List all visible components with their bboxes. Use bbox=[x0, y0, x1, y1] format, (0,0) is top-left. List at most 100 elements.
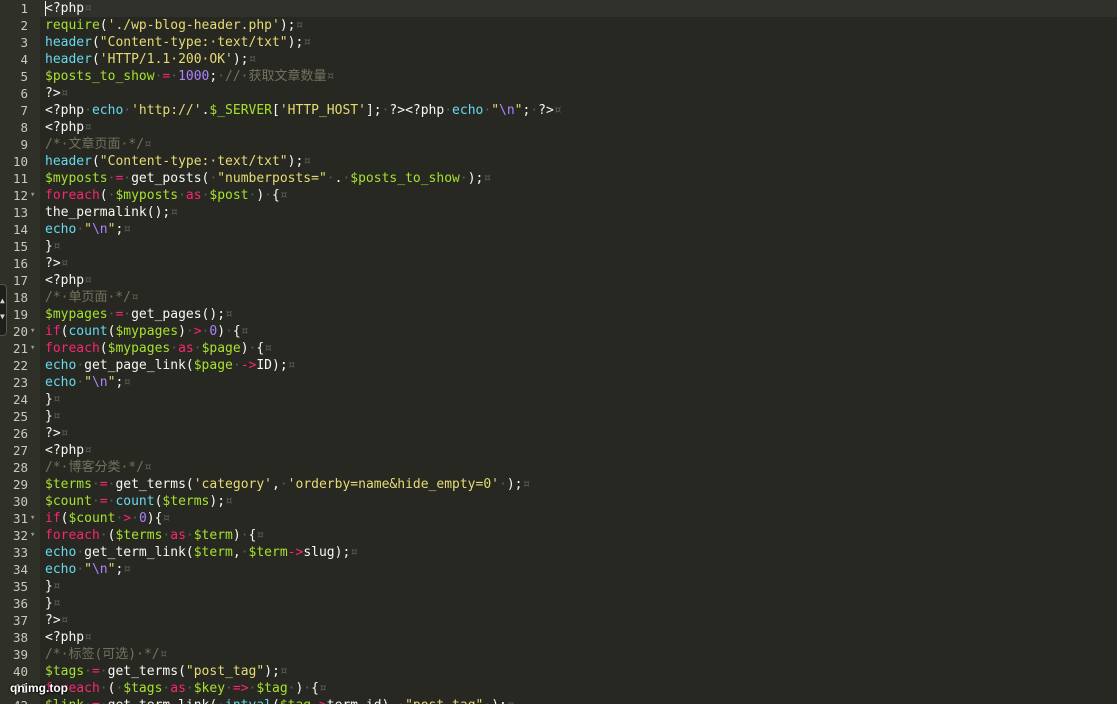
line-number: 34 bbox=[12, 562, 28, 577]
code-line[interactable]: 8 <?php¤ bbox=[0, 119, 1117, 136]
code-token: ); bbox=[232, 52, 249, 67]
line-gutter: 28 bbox=[0, 459, 40, 476]
line-gutter: 13 bbox=[0, 204, 40, 221]
whitespace-marker: ¤ bbox=[143, 137, 152, 152]
code-token: get_pages(); bbox=[131, 307, 226, 322]
fold-arrow-icon[interactable]: ▾ bbox=[30, 340, 35, 357]
code-token: <?php bbox=[45, 120, 85, 135]
code-line[interactable]: 1 <?php¤ bbox=[0, 0, 1117, 17]
code-line[interactable]: 7 <?php·echo·'http://'.$_SERVER['HTTP_HOS… bbox=[0, 102, 1117, 119]
whitespace-marker: ¤ bbox=[60, 256, 69, 271]
code-line[interactable]: 11 $myposts·=·get_posts(·"numberposts="·.… bbox=[0, 170, 1117, 187]
code-line[interactable]: 16 ?>¤ bbox=[0, 255, 1117, 272]
code-line[interactable]: 9 /*·文章页面·*/¤ bbox=[0, 136, 1117, 153]
code-line[interactable]: 10 header("Content-type:·text/txt");¤ bbox=[0, 153, 1117, 170]
code-token: ) bbox=[178, 324, 186, 339]
code-line[interactable]: 6 ?>¤ bbox=[0, 85, 1117, 102]
code-token: echo bbox=[45, 358, 77, 373]
code-token: slug); bbox=[303, 545, 351, 560]
code-token: 'http://' bbox=[131, 103, 202, 118]
code-line[interactable]: 30 $count·=·count($terms);¤ bbox=[0, 493, 1117, 510]
line-number: 29 bbox=[12, 477, 28, 492]
code-token: } bbox=[45, 239, 53, 254]
whitespace-marker: · bbox=[185, 681, 194, 696]
fold-arrow-icon[interactable]: ▾ bbox=[30, 527, 35, 544]
code-text: ?>¤ bbox=[45, 425, 68, 442]
code-token: $count bbox=[45, 494, 92, 509]
code-token: ); bbox=[209, 494, 226, 509]
code-token: ?> bbox=[45, 256, 61, 271]
code-token: \n bbox=[91, 375, 108, 390]
code-line[interactable]: 23 echo·"\n";¤ bbox=[0, 374, 1117, 391]
code-line[interactable]: 39 /*·标签(可选)·*/¤ bbox=[0, 646, 1117, 663]
code-line[interactable]: 15}¤ bbox=[0, 238, 1117, 255]
code-line[interactable]: 21 ▾ foreach($mypages·as·$page)·{¤ bbox=[0, 340, 1117, 357]
code-line[interactable]: 38 <?php¤ bbox=[0, 629, 1117, 646]
code-token: as bbox=[170, 528, 186, 543]
code-token: ) bbox=[232, 528, 241, 543]
code-editor[interactable]: 1 <?php¤ 2 require('./wp-blog-header.php');… bbox=[0, 0, 1117, 704]
whitespace-marker: ¤ bbox=[522, 477, 531, 492]
code-line[interactable]: 17 <?php¤ bbox=[0, 272, 1117, 289]
code-line[interactable]: 31 ▾ if($count·>·0){¤ bbox=[0, 510, 1117, 527]
code-token: ); bbox=[491, 698, 507, 704]
code-line[interactable]: 33 echo·get_term_link($term,·$term->slug)… bbox=[0, 544, 1117, 561]
code-line[interactable]: 40 $tags·=·get_terms("post_tag");¤ bbox=[0, 663, 1117, 680]
code-token: 'HTTP/1.1·200·OK' bbox=[99, 52, 233, 67]
code-line[interactable]: 32 ▾ foreach·($terms·as·$term)·{¤ bbox=[0, 527, 1117, 544]
code-line[interactable]: 36}¤ bbox=[0, 595, 1117, 612]
code-token: header bbox=[45, 52, 92, 67]
code-text: }¤ bbox=[45, 408, 61, 425]
line-number: 15 bbox=[12, 239, 28, 254]
code-token: <?php bbox=[45, 103, 85, 118]
whitespace-marker: · bbox=[76, 375, 85, 390]
code-token: 0 bbox=[138, 511, 147, 526]
code-line[interactable]: 4 header('HTTP/1.1·200·OK');¤ bbox=[0, 51, 1117, 68]
line-gutter: 14 bbox=[0, 221, 40, 238]
whitespace-marker: ¤ bbox=[350, 545, 359, 560]
code-line[interactable]: 25}¤ bbox=[0, 408, 1117, 425]
fold-arrow-icon[interactable]: ▾ bbox=[30, 510, 35, 527]
code-line[interactable]: 12 ▾ foreach(·$myposts·as·$post·)·{¤ bbox=[0, 187, 1117, 204]
whitespace-marker: · bbox=[217, 698, 225, 704]
fold-arrow-icon[interactable]: ▾ bbox=[30, 323, 35, 340]
line-number: 10 bbox=[12, 154, 28, 169]
code-token: foreach bbox=[45, 188, 100, 203]
code-line[interactable]: 26 ?>¤ bbox=[0, 425, 1117, 442]
code-text: /*·单页面·*/¤ bbox=[45, 289, 139, 306]
code-line[interactable]: 13 the_permalink();¤ bbox=[0, 204, 1117, 221]
code-line[interactable]: 14 echo·"\n";¤ bbox=[0, 221, 1117, 238]
code-token: if bbox=[45, 511, 61, 526]
code-line[interactable]: 2 require('./wp-blog-header.php');¤ bbox=[0, 17, 1117, 34]
whitespace-marker: · bbox=[84, 698, 92, 704]
code-line[interactable]: 28 /*·博客分类·*/¤ bbox=[0, 459, 1117, 476]
whitespace-marker: ¤ bbox=[318, 681, 327, 696]
fold-arrow-icon[interactable]: ▾ bbox=[30, 187, 35, 204]
code-text: }¤ bbox=[45, 391, 61, 408]
code-text: $posts_to_show·=·1000;·//·获取文章数量¤ bbox=[45, 68, 334, 85]
code-token: foreach bbox=[45, 341, 100, 356]
code-line[interactable]: 19 $mypages·=·get_pages();¤ bbox=[0, 306, 1117, 323]
code-line[interactable]: 41 ▾ foreach·(·$tags·as·$key·=>·$tag·)·{¤ bbox=[0, 680, 1117, 697]
code-line[interactable]: 5 $posts_to_show·=·1000;·//·获取文章数量¤ bbox=[0, 68, 1117, 85]
code-token: ?> bbox=[45, 86, 61, 101]
code-line[interactable]: 3 header("Content-type:·text/txt");¤ bbox=[0, 34, 1117, 51]
code-token: $tag bbox=[256, 681, 288, 696]
code-line[interactable]: 22 echo·get_page_link($page·->ID);¤ bbox=[0, 357, 1117, 374]
code-token: $term bbox=[248, 545, 288, 560]
code-line[interactable]: 42$link·=·get_term_link(·intval($tag->te… bbox=[0, 697, 1117, 704]
code-line[interactable]: 35}¤ bbox=[0, 578, 1117, 595]
code-token: ); bbox=[279, 18, 296, 33]
code-line[interactable]: 34 echo·"\n";¤ bbox=[0, 561, 1117, 578]
code-token: $term bbox=[193, 528, 233, 543]
code-line[interactable]: 18 /*·单页面·*/¤ bbox=[0, 289, 1117, 306]
whitespace-marker: · bbox=[185, 528, 194, 543]
line-gutter: 22 bbox=[0, 357, 40, 374]
code-line[interactable]: 20 ▾ if(count($mypages)·>·0)·{¤ bbox=[0, 323, 1117, 340]
code-text: <?php¤ bbox=[45, 272, 92, 289]
code-line[interactable]: 24}¤ bbox=[0, 391, 1117, 408]
code-line[interactable]: 37 ?>¤ bbox=[0, 612, 1117, 629]
code-line[interactable]: 29 $terms·=·get_terms('category',·'orderb… bbox=[0, 476, 1117, 493]
side-panel-toggle[interactable]: ▲ ▼ bbox=[0, 284, 7, 336]
code-line[interactable]: 27 <?php¤ bbox=[0, 442, 1117, 459]
